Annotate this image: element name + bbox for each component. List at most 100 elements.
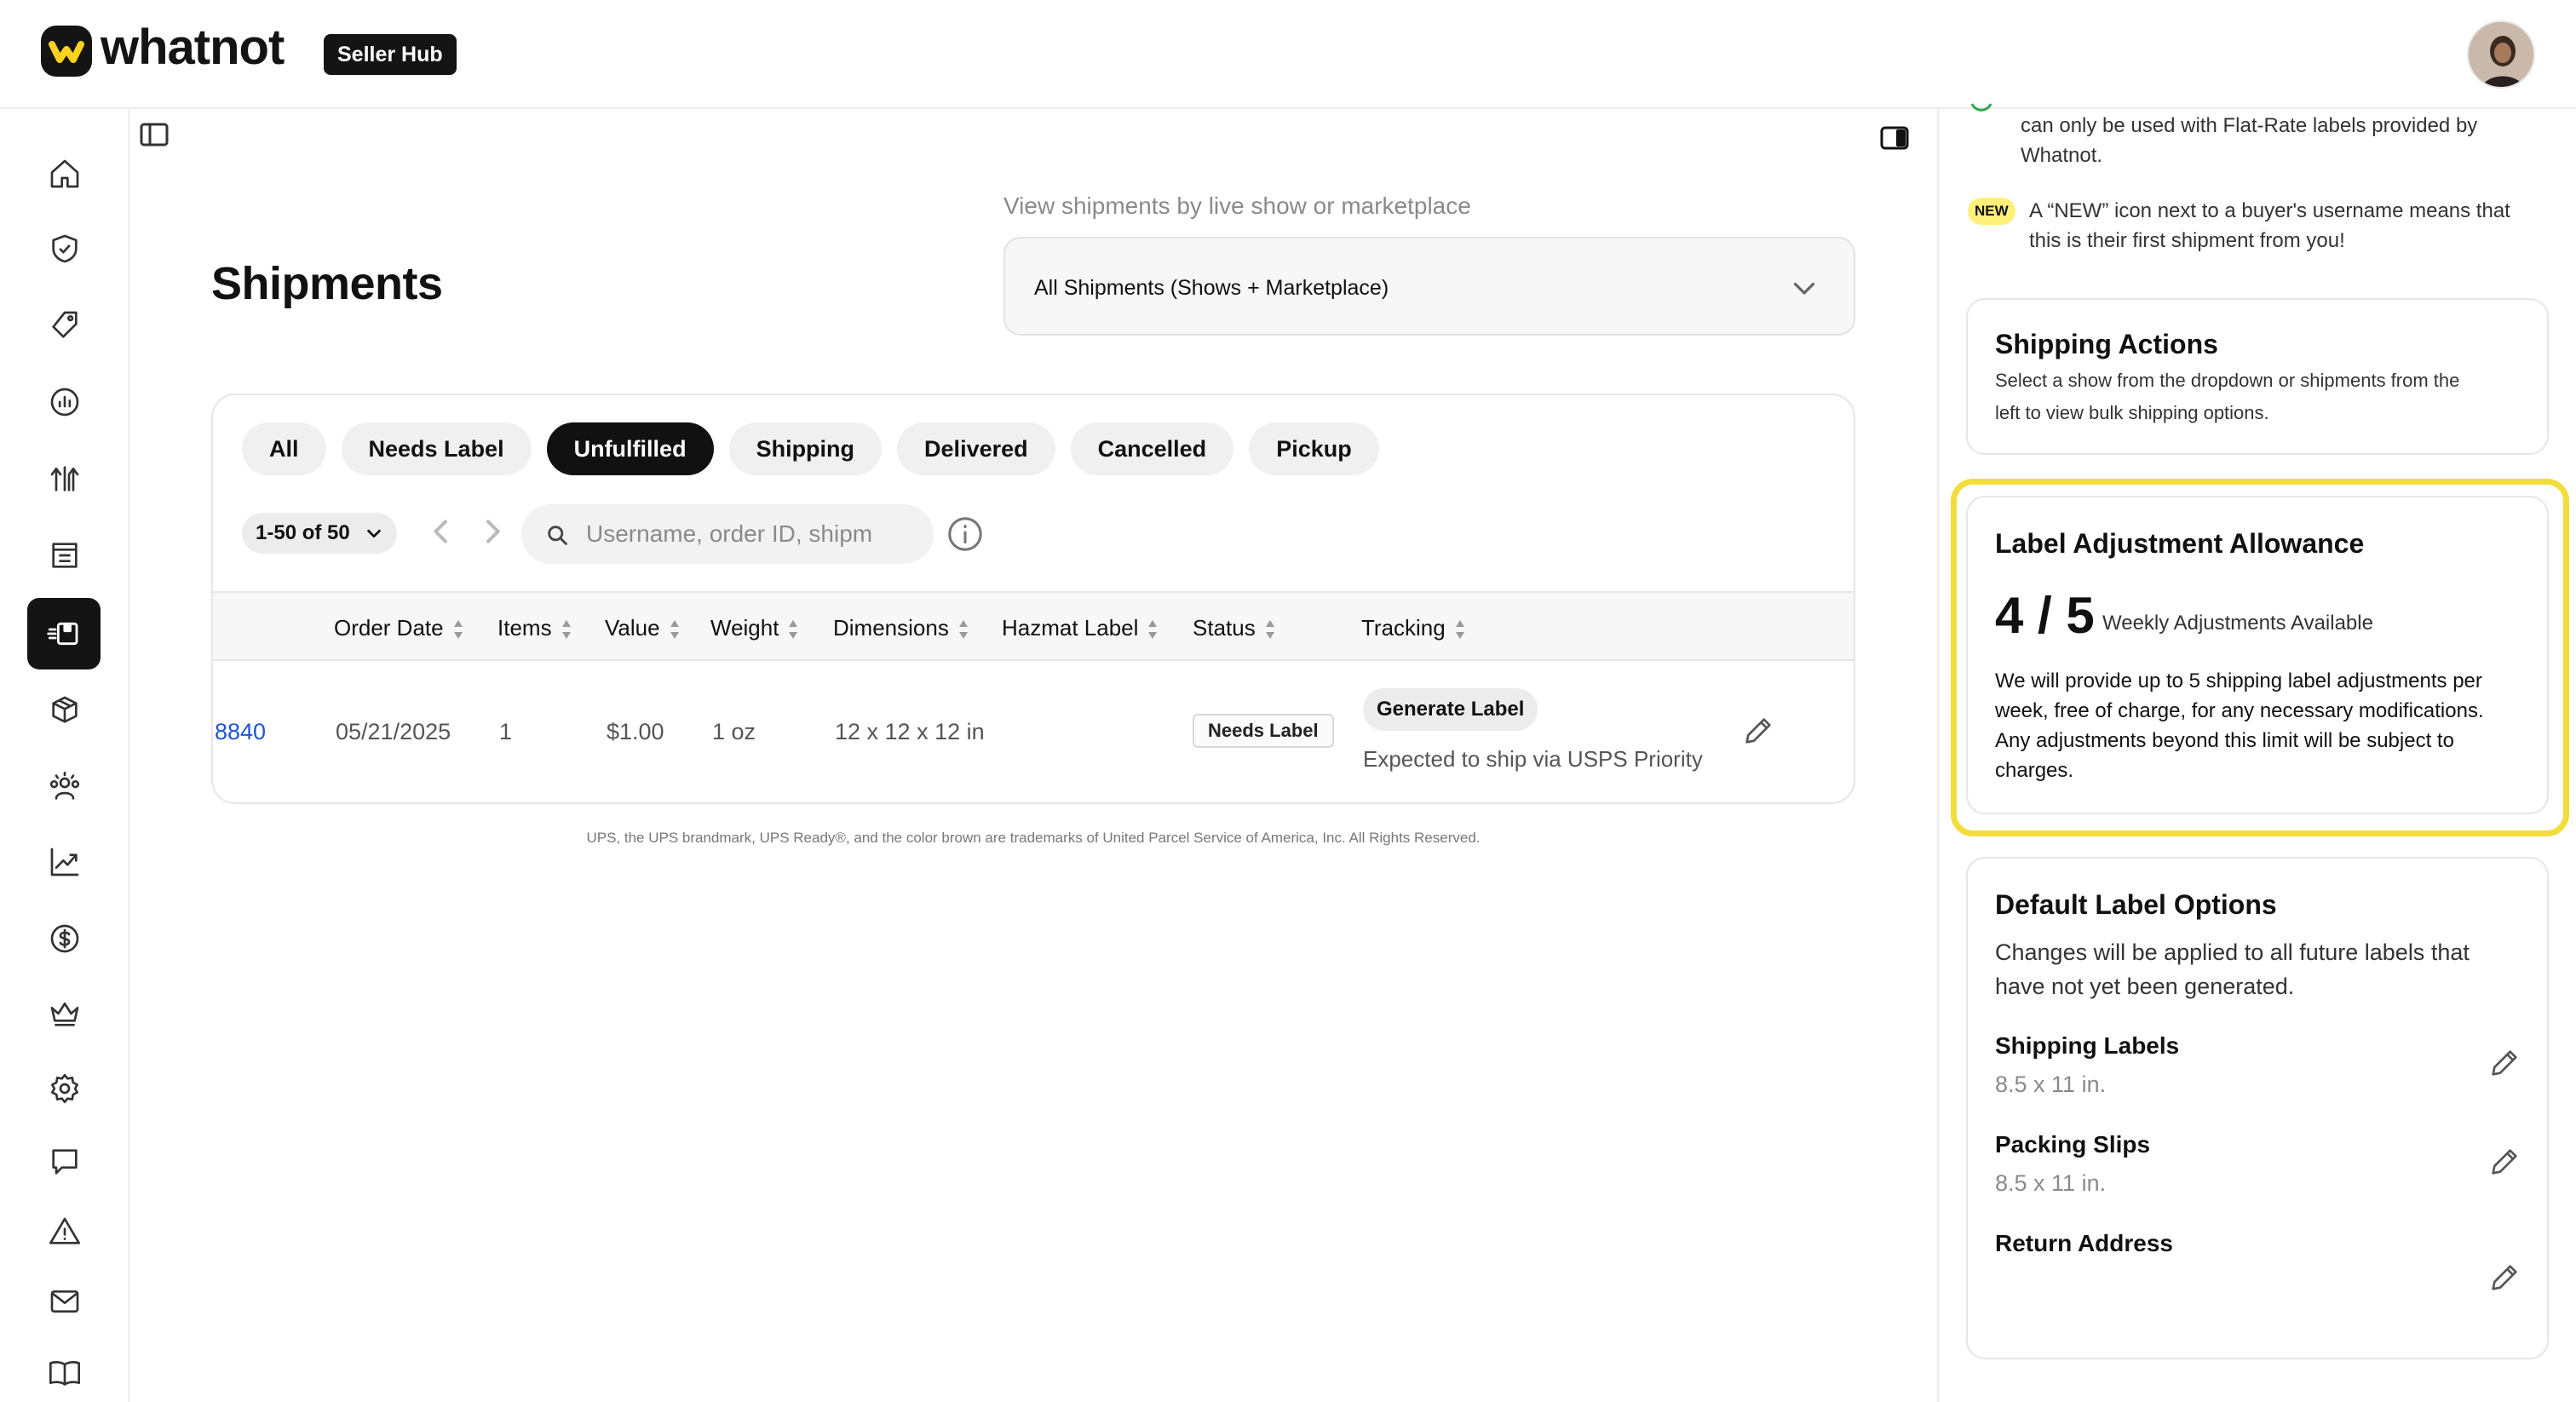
- column-items[interactable]: Items: [497, 615, 572, 641]
- expected-shipping-text: Expected to ship via USPS Priority: [1363, 746, 1703, 772]
- new-note-line2: this is their first shipment from you!: [2029, 229, 2345, 252]
- book-icon[interactable]: [43, 1351, 87, 1395]
- home-icon[interactable]: [43, 152, 87, 196]
- shield-check-icon[interactable]: [43, 227, 87, 271]
- weight-cell: 1 oz: [712, 719, 756, 744]
- search-input[interactable]: [586, 504, 918, 564]
- shipments-icon[interactable]: [27, 598, 101, 669]
- previous-page-icon[interactable]: [424, 514, 458, 549]
- table-header: Order Date Items Value Weight Dimensions…: [213, 591, 1854, 661]
- boxes-icon[interactable]: [43, 688, 87, 733]
- collapse-sidebar-icon[interactable]: [138, 121, 170, 148]
- allowance-desc-line3: Any adjustments beyond this limit will b…: [1995, 729, 2454, 752]
- pagination-label: 1-50 of 50: [256, 521, 350, 544]
- edit-shipping-labels-icon[interactable]: [2487, 1046, 2521, 1080]
- shipping-labels-label: Shipping Labels: [1995, 1032, 2180, 1059]
- generate-label-button[interactable]: Generate Label: [1363, 688, 1538, 731]
- allowance-desc-line4: charges.: [1995, 759, 2074, 782]
- tab-shipping[interactable]: Shipping: [728, 422, 883, 475]
- order-date-cell: 05/21/2025: [336, 719, 451, 744]
- column-dimensions[interactable]: Dimensions: [833, 615, 969, 641]
- shipping-actions-line2: left to view bulk shipping options.: [1995, 402, 2269, 423]
- brand-name[interactable]: whatnot: [101, 19, 285, 76]
- info-icon[interactable]: [946, 514, 985, 554]
- label-adjustment-allowance-card: Label Adjustment Allowance 4 / 5 Weekly …: [1966, 496, 2549, 814]
- column-value[interactable]: Value: [605, 615, 681, 641]
- sort-icon: [1454, 618, 1466, 641]
- flat-rate-note-line1: can only be used with Flat-Rate labels p…: [2021, 114, 2478, 137]
- tab-all[interactable]: All: [242, 422, 326, 475]
- sort-icon: [787, 618, 799, 641]
- return-address-label: Return Address: [1995, 1230, 2174, 1256]
- edit-return-address-icon[interactable]: [2487, 1261, 2521, 1295]
- top-header: whatnot Seller Hub: [0, 0, 2576, 109]
- sort-icon: [1147, 618, 1159, 641]
- default-options-title: Default Label Options: [1995, 889, 2277, 920]
- default-options-line1: Changes will be applied to all future la…: [1995, 939, 2470, 965]
- view-shipments-label: View shipments by live show or marketpla…: [1003, 192, 1471, 219]
- toggle-right-panel-icon[interactable]: [1879, 124, 1910, 152]
- column-tracking[interactable]: Tracking: [1361, 615, 1466, 641]
- sort-icon: [669, 618, 681, 641]
- seller-hub-badge: Seller Hub: [324, 34, 457, 75]
- sort-icon: [561, 618, 572, 641]
- allowance-count-label: Weekly Adjustments Available: [2102, 612, 2373, 635]
- allowance-desc-line2: week, free of charge, for any necessary …: [1995, 699, 2484, 722]
- column-order-date[interactable]: Order Date: [334, 615, 464, 641]
- check-circle-icon: [1969, 99, 1993, 123]
- sort-icon: [452, 618, 464, 641]
- tab-pickup[interactable]: Pickup: [1249, 422, 1379, 475]
- storefront-icon[interactable]: [43, 533, 87, 577]
- edit-pencil-icon[interactable]: [1741, 714, 1775, 748]
- shipments-table-card: All Needs Label Unfulfilled Shipping Del…: [211, 394, 1855, 804]
- chevron-down-icon: [365, 524, 383, 543]
- gear-icon[interactable]: [43, 1066, 87, 1111]
- shipping-actions-title: Shipping Actions: [1995, 329, 2218, 359]
- next-page-icon[interactable]: [475, 514, 509, 549]
- shipping-actions-card: Shipping Actions Select a show from the …: [1966, 298, 2549, 455]
- arrows-up-icon[interactable]: [43, 457, 87, 501]
- items-cell: 1: [499, 719, 513, 744]
- column-status[interactable]: Status: [1193, 615, 1276, 641]
- chat-icon[interactable]: [43, 1140, 87, 1184]
- packing-slips-label: Packing Slips: [1995, 1131, 2151, 1158]
- search-icon: [545, 523, 569, 547]
- allowance-desc-line1: We will provide up to 5 shipping label a…: [1995, 669, 2482, 692]
- ups-trademark-notice: UPS, the UPS brandmark, UPS Ready®, and …: [586, 830, 1481, 846]
- pagination-dropdown[interactable]: 1-50 of 50: [242, 513, 397, 554]
- crown-icon[interactable]: [43, 991, 87, 1036]
- tag-icon[interactable]: [43, 303, 87, 348]
- mail-icon[interactable]: [43, 1279, 87, 1324]
- warning-icon[interactable]: [43, 1210, 87, 1254]
- shipping-labels-value: 8.5 x 11 in.: [1995, 1072, 2107, 1097]
- shipment-source-select[interactable]: All Shipments (Shows + Marketplace): [1003, 237, 1855, 336]
- sort-icon: [1264, 618, 1276, 641]
- flat-rate-note-line2: Whatnot.: [2021, 144, 2103, 167]
- left-nav: [0, 109, 129, 1402]
- tab-unfulfilled[interactable]: Unfulfilled: [546, 422, 714, 475]
- allowance-title: Label Adjustment Allowance: [1995, 528, 2365, 559]
- chevron-down-icon: [1789, 273, 1820, 303]
- edit-packing-slips-icon[interactable]: [2487, 1145, 2521, 1179]
- analytics-icon[interactable]: [43, 380, 87, 424]
- tab-delivered[interactable]: Delivered: [897, 422, 1055, 475]
- chart-line-icon[interactable]: [43, 840, 87, 884]
- column-hazmat-label[interactable]: Hazmat Label: [1002, 615, 1159, 641]
- dollar-icon[interactable]: [43, 916, 87, 961]
- status-tabs: All Needs Label Unfulfilled Shipping Del…: [242, 422, 1379, 475]
- default-label-options-card: Default Label Options Changes will be ap…: [1966, 857, 2549, 1359]
- order-id-link[interactable]: 8840: [215, 719, 266, 745]
- community-icon[interactable]: [43, 765, 87, 809]
- sort-icon: [957, 618, 969, 641]
- packing-slips-value: 8.5 x 11 in.: [1995, 1170, 2107, 1196]
- new-badge: NEW: [1968, 198, 2015, 225]
- value-cell: $1.00: [607, 719, 664, 744]
- user-avatar[interactable]: [2467, 20, 2535, 89]
- tab-cancelled[interactable]: Cancelled: [1070, 422, 1234, 475]
- whatnot-logo-icon[interactable]: [41, 26, 92, 77]
- tab-needs-label[interactable]: Needs Label: [341, 422, 532, 475]
- page-title: Shipments: [211, 258, 443, 309]
- shipping-actions-line1: Select a show from the dropdown or shipm…: [1995, 370, 2460, 391]
- column-weight[interactable]: Weight: [710, 615, 799, 641]
- status-badge: Needs Label: [1193, 714, 1334, 748]
